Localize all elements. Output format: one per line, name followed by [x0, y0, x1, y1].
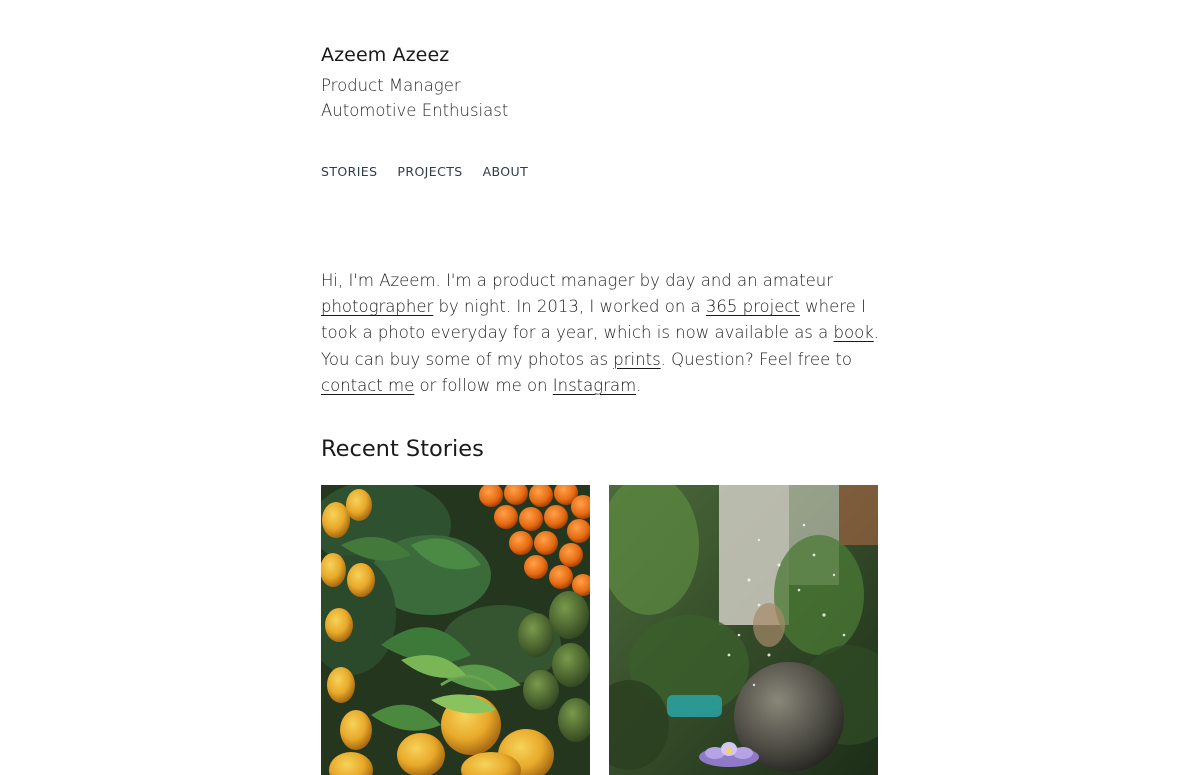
nav-stories-link[interactable]: STORIES [321, 164, 377, 179]
intro-text-6: or follow me on [414, 375, 553, 395]
site-author-name[interactable]: Azeem Azeez [321, 44, 449, 66]
intro-text-1: Hi, I'm Azeem. I'm a product manager by … [321, 271, 833, 290]
story-card-garden[interactable] [609, 485, 878, 775]
nav-projects-link[interactable]: PROJECTS [397, 164, 462, 179]
intro-text-7: . [636, 375, 642, 395]
tagline-interest: Automotive Enthusiast [321, 101, 509, 120]
365-project-link[interactable]: 365 project [706, 297, 800, 316]
intro-text-5: . Question? Feel free to [660, 349, 853, 369]
intro-paragraph: Hi, I'm Azeem. I'm a product manager by … [321, 268, 881, 399]
intro-text-2: by night. In 2013, I worked on a [433, 297, 706, 317]
contact-me-link[interactable]: contact me [321, 376, 414, 395]
story-card-fruit[interactable] [321, 485, 590, 775]
fruit-photo-image [321, 485, 590, 775]
tagline-role: Product Manager [321, 76, 461, 95]
garden-photo-image [609, 485, 878, 775]
instagram-link[interactable]: Instagram [553, 376, 636, 395]
prints-link[interactable]: prints [613, 350, 660, 369]
recent-stories-heading: Recent Stories [321, 436, 484, 462]
photographer-link[interactable]: photographer [321, 297, 433, 316]
main-nav: STORIES PROJECTS ABOUT [321, 164, 548, 179]
book-link[interactable]: book [834, 323, 874, 342]
nav-about-link[interactable]: ABOUT [483, 164, 529, 179]
